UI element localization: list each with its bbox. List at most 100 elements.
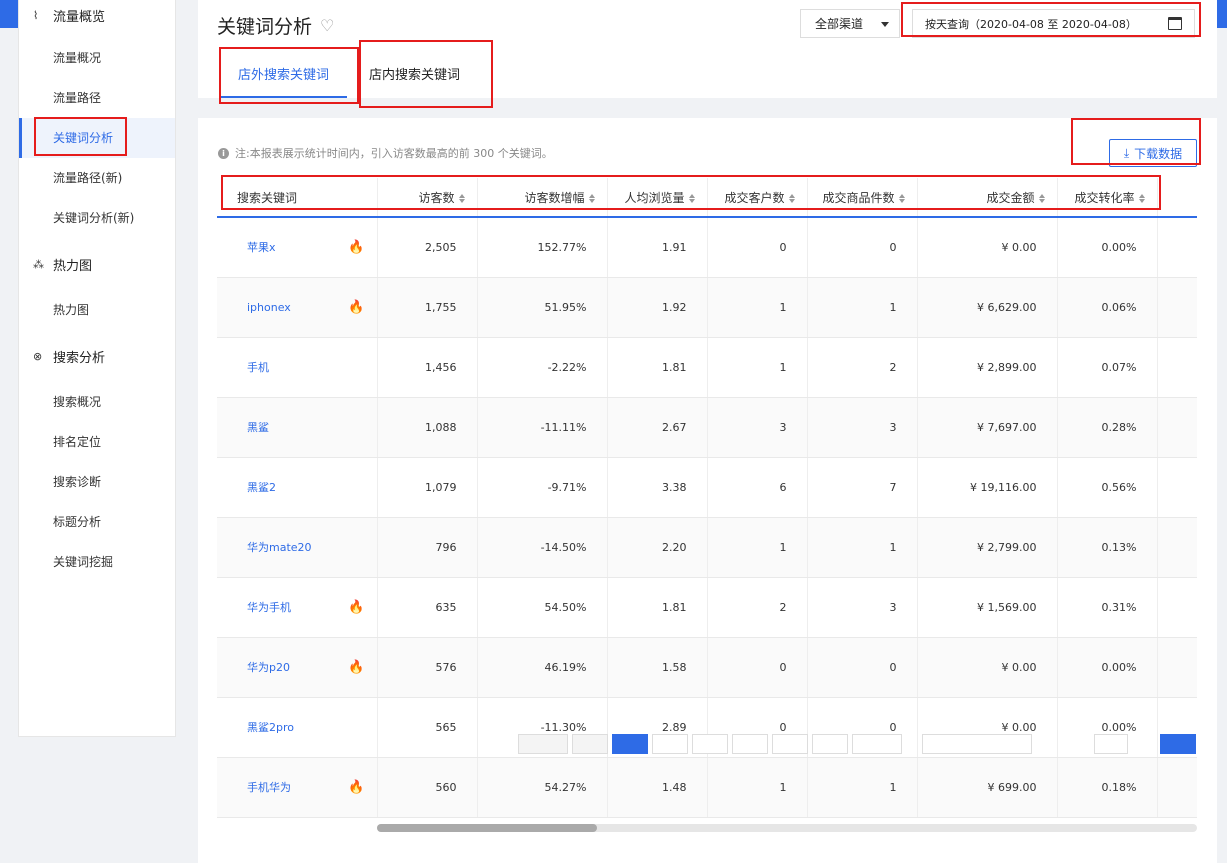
keyword-link[interactable]: 手机华为 🔥: [217, 757, 378, 818]
sort-icon[interactable]: [898, 193, 905, 203]
table-cell: 796: [377, 517, 478, 578]
column-header[interactable]: 搜索关键词: [217, 178, 378, 218]
pagination-next-button[interactable]: [852, 734, 902, 754]
keyword-link[interactable]: 黑鲨: [217, 397, 378, 458]
pagination-page[interactable]: [812, 734, 848, 754]
sort-icon[interactable]: [788, 193, 795, 203]
column-header[interactable]: 人均浏览量: [607, 178, 708, 218]
table-cell: 1: [807, 757, 918, 818]
cell-value: 54.50%: [544, 600, 587, 614]
table-cell: 152.77%: [477, 217, 608, 278]
column-header[interactable]: 成交转化率: [1057, 178, 1158, 218]
horizontal-scrollbar[interactable]: [377, 824, 1197, 832]
download-label: 下载数据: [1134, 146, 1183, 161]
sort-icon[interactable]: [688, 193, 695, 203]
column-header[interactable]: 成交商品件数: [807, 178, 918, 218]
cell-value: 3: [779, 420, 787, 434]
table-body: 苹果x 🔥 2,505 152.77% 1.91 0 0 ¥ 0.00 0.00% iphonex…: [217, 217, 1197, 818]
sidebar-item-keyword-analysis[interactable]: 关键词分析: [19, 118, 175, 158]
table-cell: 2.20: [607, 517, 708, 578]
sidebar-item-traffic-path-new[interactable]: 流量路径(新): [19, 158, 175, 198]
pagination-prev-button[interactable]: [518, 734, 568, 754]
keyword-link[interactable]: 黑鲨2pro: [217, 697, 378, 758]
keyword-link[interactable]: 黑鲨2: [217, 457, 378, 518]
pagination-first-button[interactable]: [572, 734, 608, 754]
channel-select[interactable]: 全部渠道: [800, 9, 900, 38]
table-cell: 1,456: [377, 337, 478, 398]
cell-value: 0.07%: [1101, 360, 1137, 374]
cell-value: 2.67: [662, 420, 687, 434]
column-header[interactable]: 访客数增幅: [477, 178, 608, 218]
sort-icon[interactable]: [1138, 193, 1145, 203]
date-picker[interactable]: 按天查询（2020-04-08 至 2020-04-08）: [912, 9, 1195, 38]
table-cell: 2: [707, 577, 808, 638]
table-cell: [1157, 757, 1197, 818]
sidebar-item-ranking[interactable]: 排名定位: [19, 422, 175, 462]
pagination-page[interactable]: [652, 734, 688, 754]
sidebar-item-heatmap[interactable]: 热力图: [19, 290, 175, 330]
sidebar-item-keyword-mining[interactable]: 关键词挖掘: [19, 542, 175, 582]
cell-value: ¥ 7,697.00: [977, 420, 1037, 434]
pagination-page-current[interactable]: [612, 734, 648, 754]
table-cell: [1157, 337, 1197, 398]
pagination-jump-input[interactable]: [922, 734, 1032, 754]
table-cell: 1,079: [377, 457, 478, 518]
cell-value: 华为手机: [247, 601, 291, 614]
keyword-link[interactable]: iphonex 🔥: [217, 277, 378, 338]
sidebar-item-traffic-path[interactable]: 流量路径: [19, 78, 175, 118]
pagination-page[interactable]: [692, 734, 728, 754]
table-row: 苹果x 🔥 2,505 152.77% 1.91 0 0 ¥ 0.00 0.00%: [217, 217, 1197, 278]
heart-icon[interactable]: ♡: [320, 16, 334, 35]
table-cell: 0.56%: [1057, 457, 1158, 518]
cell-value: 1,456: [425, 360, 457, 374]
pagination-page[interactable]: [732, 734, 768, 754]
pagination-size-select[interactable]: [1094, 734, 1128, 754]
keyword-link[interactable]: 华为手机 🔥: [217, 577, 378, 638]
keyword-link[interactable]: 手机: [217, 337, 378, 398]
sidebar-group-heatmap[interactable]: ⁂ 热力图: [19, 238, 175, 290]
scrollbar-thumb[interactable]: [377, 824, 597, 832]
sidebar-item-search-diagnosis[interactable]: 搜索诊断: [19, 462, 175, 502]
table-cell: 1,755: [377, 277, 478, 338]
column-header-label: 成交客户数: [724, 190, 785, 205]
cell-value: 黑鲨2: [247, 481, 276, 494]
cell-value: 560: [435, 780, 457, 794]
cell-value: 1,755: [425, 300, 457, 314]
column-header[interactable]: 平均: [1157, 178, 1197, 218]
sidebar-item-keyword-analysis-new[interactable]: 关键词分析(新): [19, 198, 175, 238]
sidebar-item-search-overview[interactable]: 搜索概况: [19, 382, 175, 422]
pagination-page[interactable]: [772, 734, 808, 754]
sort-icon[interactable]: [1038, 193, 1045, 203]
cell-value: 0: [889, 720, 897, 734]
table-cell: 7: [807, 457, 918, 518]
search-analysis-icon: ⊗: [33, 349, 43, 363]
sidebar-item-title-analysis[interactable]: 标题分析: [19, 502, 175, 542]
column-header[interactable]: 成交金额: [917, 178, 1058, 218]
cell-value: 1.92: [662, 300, 687, 314]
table-cell: ¥ 1,569.00: [917, 577, 1058, 638]
cell-value: 1,079: [425, 480, 457, 494]
table-cell: 1.81: [607, 337, 708, 398]
tab-internal-search[interactable]: 店内搜索关键词: [351, 54, 478, 98]
table-cell: 1.81: [607, 577, 708, 638]
tab-bar: 店外搜索关键词 店内搜索关键词: [220, 54, 478, 98]
sidebar-group-search-analysis[interactable]: ⊗ 搜索分析: [19, 330, 175, 382]
sidebar-group-traffic[interactable]: ⌇ 流量概览: [19, 0, 175, 30]
download-button[interactable]: ⤓ 下载数据: [1109, 139, 1197, 167]
column-header[interactable]: 成交客户数: [707, 178, 808, 218]
keyword-link[interactable]: 苹果x 🔥: [217, 217, 378, 278]
cell-value: 1.81: [662, 360, 687, 374]
sort-icon[interactable]: [588, 193, 595, 203]
sort-icon[interactable]: [458, 193, 465, 203]
top-bar-accent: [0, 0, 18, 28]
keyword-link[interactable]: 华为mate20: [217, 517, 378, 578]
table-cell: 0: [707, 637, 808, 698]
keyword-link[interactable]: 华为p20 🔥: [217, 637, 378, 698]
pagination-go-button[interactable]: [1160, 734, 1196, 754]
column-header-label: 成交金额: [986, 190, 1035, 205]
table-cell: ¥ 6,629.00: [917, 277, 1058, 338]
table-cell: [1157, 577, 1197, 638]
column-header[interactable]: 访客数: [377, 178, 478, 218]
tab-external-search[interactable]: 店外搜索关键词: [220, 54, 348, 98]
sidebar-item-traffic-overview[interactable]: 流量概况: [19, 38, 175, 78]
